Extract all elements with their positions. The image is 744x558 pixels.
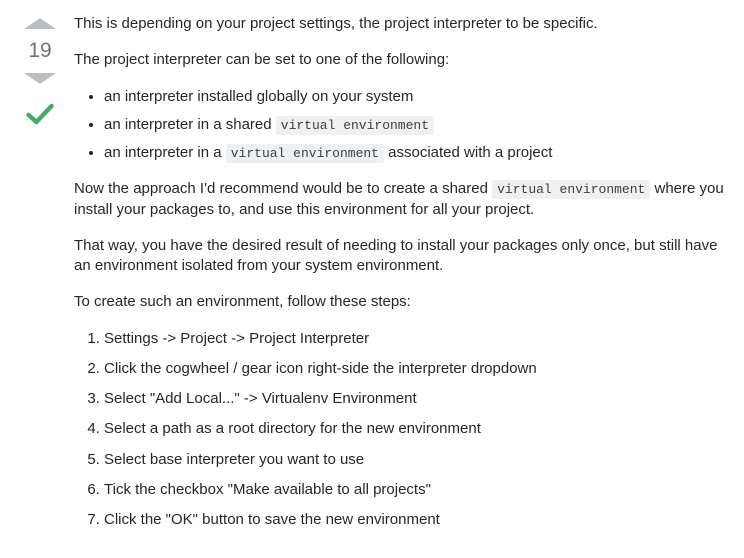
list-item: Settings -> Project -> Project Interpret… — [104, 329, 726, 349]
answer: 19 This is depending on your project set… — [18, 12, 726, 546]
vote-count: 19 — [28, 39, 51, 63]
list-item: an interpreter installed globally on you… — [104, 87, 726, 107]
list-item: Select base interpreter you want to use — [104, 450, 726, 470]
paragraph: The project interpreter can be set to on… — [74, 50, 726, 70]
code-inline: virtual environment — [492, 180, 650, 199]
list-item: an interpreter in a virtual environment … — [104, 143, 726, 163]
list-item: Click the "OK" button to save the new en… — [104, 510, 726, 530]
upvote-icon[interactable] — [24, 18, 56, 29]
list-item: Select a path as a root directory for th… — [104, 419, 726, 439]
list-item: Select "Add Local..." -> Virtualenv Envi… — [104, 389, 726, 409]
paragraph: This is depending on your project settin… — [74, 14, 726, 34]
vote-column: 19 — [18, 12, 62, 130]
bullet-list: an interpreter installed globally on you… — [74, 87, 726, 164]
list-item: Tick the checkbox "Make available to all… — [104, 480, 726, 500]
code-inline: virtual environment — [226, 144, 384, 163]
paragraph: Now the approach I'd recommend would be … — [74, 179, 726, 220]
paragraph: To create such an environment, follow th… — [74, 292, 726, 312]
accepted-check-icon[interactable] — [24, 98, 56, 130]
list-item: Click the cogwheel / gear icon right-sid… — [104, 359, 726, 379]
text: an interpreter in a shared — [104, 116, 276, 133]
downvote-icon[interactable] — [24, 73, 56, 84]
list-item: an interpreter in a shared virtual envir… — [104, 115, 726, 135]
text: Now the approach I'd recommend would be … — [74, 180, 492, 197]
code-inline: virtual environment — [276, 116, 434, 135]
paragraph: That way, you have the desired result of… — [74, 236, 726, 277]
text: an interpreter in a — [104, 144, 226, 161]
text: associated with a project — [384, 144, 552, 161]
numbered-list: Settings -> Project -> Project Interpret… — [74, 329, 726, 531]
answer-body: This is depending on your project settin… — [74, 12, 726, 546]
